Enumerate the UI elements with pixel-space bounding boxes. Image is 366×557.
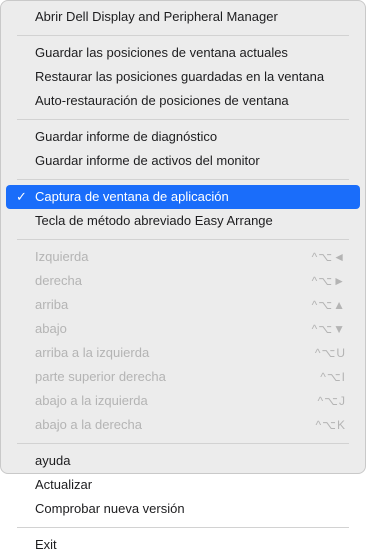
menu-separator xyxy=(17,443,349,444)
shortcut-label: ^⌥U xyxy=(314,346,346,360)
menu-item-open-ddpm[interactable]: Abrir Dell Display and Peripheral Manage… xyxy=(6,5,360,29)
menu-item-update[interactable]: Actualizar xyxy=(6,473,360,497)
menu-item-label: derecha xyxy=(35,273,82,288)
shortcut-label: ^⌥K xyxy=(315,418,346,432)
menu-item-help[interactable]: ayuda xyxy=(6,449,360,473)
menu-item-label: Captura de ventana de aplicación xyxy=(35,189,229,204)
shortcut-label: ^⌥▼ xyxy=(311,322,346,336)
menu-separator xyxy=(17,239,349,240)
menu-item-snap-top-left: arriba a la izquierda ^⌥U xyxy=(6,341,360,365)
menu-item-auto-restore-window-positions[interactable]: Auto-restauración de posiciones de venta… xyxy=(6,89,360,113)
menu-item-snap-bottom-left: abajo a la izquierda ^⌥J xyxy=(6,389,360,413)
menu-separator xyxy=(17,35,349,36)
menu-separator xyxy=(17,119,349,120)
menu-item-label: abajo a la derecha xyxy=(35,417,142,432)
menu-item-easy-arrange-shortcut[interactable]: Tecla de método abreviado Easy Arrange xyxy=(6,209,360,233)
shortcut-label: ^⌥▲ xyxy=(311,298,346,312)
shortcut-label: ^⌥J xyxy=(317,394,346,408)
menu-item-save-asset-report[interactable]: Guardar informe de activos del monitor xyxy=(6,149,360,173)
menu-item-snap-top-right: parte superior derecha ^⌥I xyxy=(6,365,360,389)
menu-item-snap-up: arriba ^⌥▲ xyxy=(6,293,360,317)
menu-item-snap-bottom-right: abajo a la derecha ^⌥K xyxy=(6,413,360,437)
menu-item-check-new-version[interactable]: Comprobar nueva versión xyxy=(6,497,360,521)
menu-item-label: arriba xyxy=(35,297,69,312)
shortcut-label: ^⌥◄ xyxy=(311,250,346,264)
menu-item-label: abajo a la izquierda xyxy=(35,393,148,408)
shortcut-label: ^⌥► xyxy=(311,274,346,288)
menu-item-save-diagnostic-report[interactable]: Guardar informe de diagnóstico xyxy=(6,125,360,149)
menu-item-label: parte superior derecha xyxy=(35,369,166,384)
menu-item-restore-window-positions[interactable]: Restaurar las posiciones guardadas en la… xyxy=(6,65,360,89)
menu-item-label: abajo xyxy=(35,321,67,336)
shortcut-label: ^⌥I xyxy=(320,370,346,384)
menu-item-label: arriba a la izquierda xyxy=(35,345,150,360)
menu-item-snap-left: Izquierda ^⌥◄ xyxy=(6,245,360,269)
checkmark-icon: ✓ xyxy=(16,189,27,204)
menu-item-application-window-snap[interactable]: ✓ Captura de ventana de aplicación xyxy=(6,185,360,209)
menu-separator xyxy=(17,527,349,528)
menu-item-snap-right: derecha ^⌥► xyxy=(6,269,360,293)
menu-item-exit[interactable]: Exit xyxy=(6,533,360,557)
context-menu: Abrir Dell Display and Peripheral Manage… xyxy=(0,0,366,552)
menu-item-snap-down: abajo ^⌥▼ xyxy=(6,317,360,341)
menu-item-label: Izquierda xyxy=(35,249,89,264)
menu-item-save-window-positions[interactable]: Guardar las posiciones de ventana actual… xyxy=(6,41,360,65)
menu-separator xyxy=(17,179,349,180)
